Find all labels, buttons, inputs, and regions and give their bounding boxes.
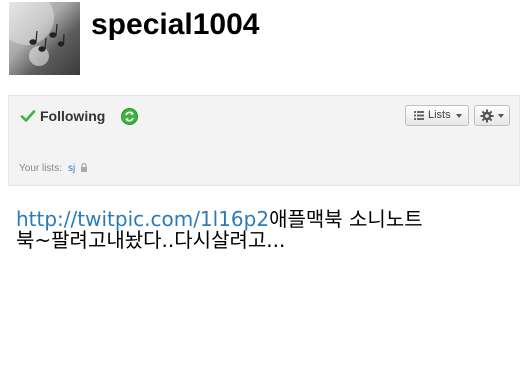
chevron-down-icon: [498, 114, 504, 118]
lock-icon: [81, 162, 87, 172]
chevron-down-icon: [456, 114, 462, 118]
lists-button-label: Lists: [428, 109, 451, 121]
your-lists-label: Your lists:: [19, 163, 62, 174]
gear-icon: [480, 109, 494, 123]
following-status[interactable]: Following: [40, 108, 105, 124]
refresh-icon[interactable]: [121, 108, 138, 125]
list-link-sj[interactable]: sj: [68, 163, 75, 174]
settings-menu-button[interactable]: [474, 105, 510, 126]
your-lists: Your lists: sj: [19, 162, 88, 174]
avatar[interactable]: [9, 2, 80, 75]
profile-actions-panel: Following Lists Your lists: sj: [8, 95, 520, 186]
list-icon: [414, 111, 424, 120]
music-notes-icon: [29, 23, 65, 52]
profile-username: special1004: [91, 8, 260, 41]
checkmark-icon: [20, 110, 36, 122]
tweet-text: http://twitpic.com/1l16p2애플맥북 소니노트북~팔려고내…: [16, 209, 430, 251]
lists-button[interactable]: Lists: [405, 105, 469, 126]
